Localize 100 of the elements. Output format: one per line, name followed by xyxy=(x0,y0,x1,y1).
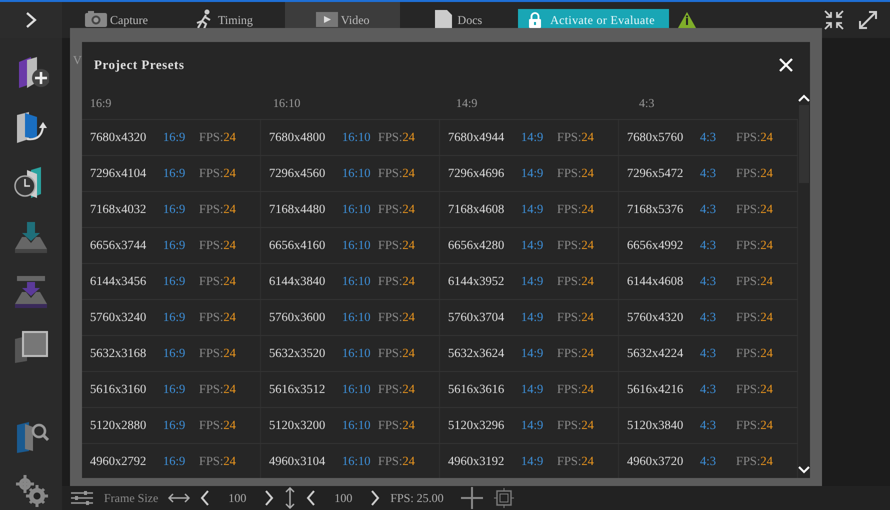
fps-label: FPS: xyxy=(199,238,224,253)
preset-item[interactable]: 7168x5376 4:3 FPS:24 xyxy=(619,192,798,227)
ratio-text: 4:3 xyxy=(700,238,717,253)
height-value[interactable]: 100 xyxy=(326,490,360,506)
fps-label: FPS: xyxy=(378,274,402,289)
fps-text: 24 xyxy=(223,454,236,469)
preset-item[interactable]: 5616x4216 4:3 FPS:24 xyxy=(619,372,798,407)
preset-item[interactable]: 5616x3160 16:9 FPS:24 xyxy=(82,372,261,407)
preset-item[interactable]: 6144x3456 16:9 FPS:24 xyxy=(82,264,261,299)
preset-item[interactable]: 4960x3720 4:3 FPS:24 xyxy=(619,444,798,478)
tab[interactable]: Docs xyxy=(420,2,494,38)
ratio-text: 14:9 xyxy=(521,454,544,469)
fps-text: 24 xyxy=(223,130,236,145)
ratio-text: 16:10 xyxy=(342,202,372,217)
tab[interactable]: Timing xyxy=(180,2,265,38)
fps-label: FPS: xyxy=(199,454,224,469)
resolution-text: 7296x4696 xyxy=(448,166,506,181)
fps-label: FPS: xyxy=(736,166,760,181)
scrollbar-thumb[interactable] xyxy=(799,105,809,183)
preset-item[interactable]: 5120x3200 16:10 FPS:24 xyxy=(261,408,440,443)
crosshair-icon[interactable] xyxy=(460,486,484,510)
resolution-text: 5616x3512 xyxy=(269,382,326,397)
fps-text: 24 xyxy=(223,274,236,289)
preset-item[interactable]: 5760x3240 16:9 FPS:24 xyxy=(82,300,261,335)
preset-item[interactable]: 7168x4480 16:10 FPS:24 xyxy=(261,192,440,227)
preset-item[interactable]: 6144x3952 14:9 FPS:24 xyxy=(440,264,619,299)
resolution-text: 7168x4480 xyxy=(269,202,326,217)
windows-icon[interactable] xyxy=(13,329,49,365)
fps-label: FPS: xyxy=(378,346,402,361)
preset-item[interactable]: 5120x3296 14:9 FPS:24 xyxy=(440,408,619,443)
preset-item[interactable]: 6656x4160 16:10 FPS:24 xyxy=(261,228,440,263)
resolution-text: 6144x3952 xyxy=(448,274,506,289)
scroll-down-icon[interactable] xyxy=(798,466,810,474)
preset-item[interactable]: 5760x3704 14:9 FPS:24 xyxy=(440,300,619,335)
preset-item[interactable]: 7296x5472 4:3 FPS:24 xyxy=(619,156,798,191)
preset-item[interactable]: 5616x3512 16:10 FPS:24 xyxy=(261,372,440,407)
frame-icon[interactable] xyxy=(494,488,514,508)
preset-item[interactable]: 5632x3520 16:10 FPS:24 xyxy=(261,336,440,371)
collapse-icon[interactable] xyxy=(822,8,846,32)
download-tray-icon[interactable] xyxy=(13,219,49,255)
preset-item[interactable]: 5632x4224 4:3 FPS:24 xyxy=(619,336,798,371)
preset-item[interactable]: 7680x4800 16:10 FPS:24 xyxy=(261,120,440,155)
resolution-text: 4960x3104 xyxy=(269,454,326,469)
preset-item[interactable]: 7168x4032 16:9 FPS:24 xyxy=(82,192,261,227)
fps-text: 24 xyxy=(223,238,236,253)
preset-item[interactable]: 7296x4696 14:9 FPS:24 xyxy=(440,156,619,191)
fps-label: FPS: xyxy=(378,130,402,145)
fps-text: 24 xyxy=(760,346,773,361)
resolution-text: 5632x3168 xyxy=(90,346,148,361)
chevron-right-icon[interactable] xyxy=(25,11,37,29)
preset-item[interactable]: 5632x3624 14:9 FPS:24 xyxy=(440,336,619,371)
preset-item[interactable]: 5760x4320 4:3 FPS:24 xyxy=(619,300,798,335)
frame-size-label: Frame Size xyxy=(104,490,158,506)
resolution-text: 6656x4160 xyxy=(269,238,326,253)
chevron-left-icon[interactable] xyxy=(306,490,316,506)
expand-icon[interactable] xyxy=(856,8,880,32)
preset-item[interactable]: 6656x4992 4:3 FPS:24 xyxy=(619,228,798,263)
preset-item[interactable]: 7296x4560 16:10 FPS:24 xyxy=(261,156,440,191)
settings-icon[interactable] xyxy=(13,474,49,508)
ratio-text: 16:10 xyxy=(342,310,372,325)
preset-item[interactable]: 4960x3104 16:10 FPS:24 xyxy=(261,444,440,478)
preset-item[interactable]: 6656x4280 14:9 FPS:24 xyxy=(440,228,619,263)
preset-item[interactable]: 7168x4608 14:9 FPS:24 xyxy=(440,192,619,227)
resolution-text: 7680x5760 xyxy=(627,130,684,145)
preset-item[interactable]: 7680x4320 16:9 FPS:24 xyxy=(82,120,261,155)
preset-item[interactable]: 5760x3600 16:10 FPS:24 xyxy=(261,300,440,335)
preset-item[interactable]: 6656x3744 16:9 FPS:24 xyxy=(82,228,261,263)
preset-item[interactable]: 5120x2880 16:9 FPS:24 xyxy=(82,408,261,443)
width-value[interactable]: 100 xyxy=(220,490,254,506)
close-icon[interactable] xyxy=(779,58,793,72)
chevron-right-icon[interactable] xyxy=(370,490,380,506)
scroll-up-icon[interactable] xyxy=(798,94,810,102)
preset-item[interactable]: 7680x5760 4:3 FPS:24 xyxy=(619,120,798,155)
preset-item[interactable]: 5616x3616 14:9 FPS:24 xyxy=(440,372,619,407)
ratio-text: 14:9 xyxy=(521,346,544,361)
warning-icon[interactable] xyxy=(676,11,697,29)
fps-text: 24 xyxy=(223,382,236,397)
import-tray-icon[interactable] xyxy=(13,274,49,310)
preset-item[interactable]: 5120x3840 4:3 FPS:24 xyxy=(619,408,798,443)
preset-item[interactable]: 4960x3192 14:9 FPS:24 xyxy=(440,444,619,478)
ratio-text: 4:3 xyxy=(700,274,717,289)
preset-item[interactable]: 6144x3840 16:10 FPS:24 xyxy=(261,264,440,299)
chevron-left-icon[interactable] xyxy=(200,490,210,506)
ratio-text: 16:9 xyxy=(163,310,186,325)
fps-label: FPS: xyxy=(378,382,402,397)
chevron-right-icon[interactable] xyxy=(264,490,274,506)
resolution-text: 5760x3600 xyxy=(269,310,326,325)
preset-item[interactable]: 4960x2792 16:9 FPS:24 xyxy=(82,444,261,478)
preset-item[interactable]: 6144x4608 4:3 FPS:24 xyxy=(619,264,798,299)
resolution-text: 6656x3744 xyxy=(90,238,148,253)
fps-text: 24 xyxy=(760,202,773,217)
height-arrow-icon xyxy=(284,487,296,509)
fps-label: FPS: xyxy=(557,166,582,181)
preset-item[interactable]: 7680x4944 14:9 FPS:24 xyxy=(440,120,619,155)
preset-item[interactable]: 7296x4104 16:9 FPS:24 xyxy=(82,156,261,191)
preset-item[interactable]: 5632x3168 16:9 FPS:24 xyxy=(82,336,261,371)
sliders-icon[interactable] xyxy=(70,490,94,506)
dialog-title: Project Presets xyxy=(94,57,184,73)
ratio-text: 16:9 xyxy=(163,274,186,289)
ratio-text: 14:9 xyxy=(521,166,544,181)
